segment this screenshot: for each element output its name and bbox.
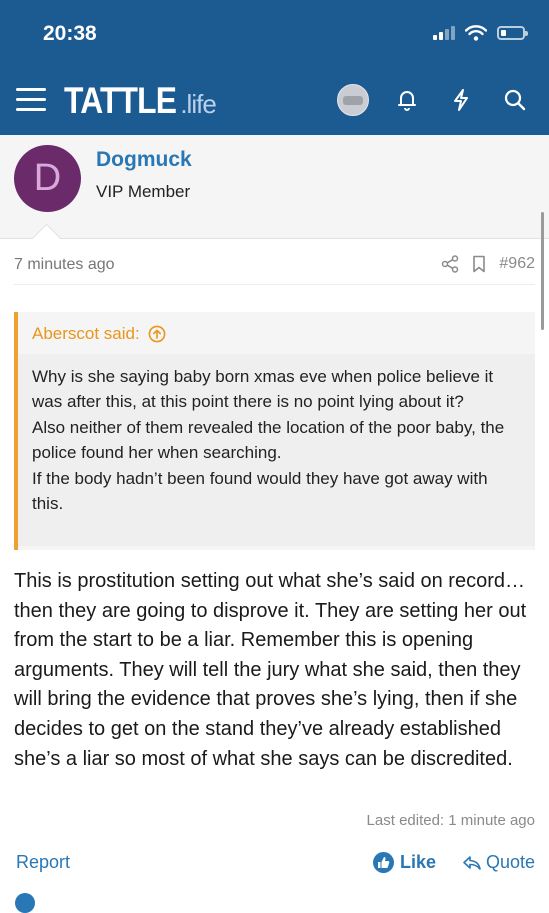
whats-new-button[interactable] — [445, 84, 477, 116]
thumbs-up-icon — [373, 852, 394, 873]
bookmark-icon[interactable] — [471, 255, 487, 273]
author-avatar[interactable]: D — [14, 145, 81, 212]
battery-icon — [497, 26, 528, 40]
arrow-up-circle-icon[interactable] — [148, 325, 166, 343]
menu-button[interactable] — [16, 86, 46, 112]
quote-header[interactable]: Aberscot said: — [32, 324, 166, 344]
site-logo[interactable]: TATTLE .life — [64, 80, 217, 124]
quote-label: Quote — [485, 852, 535, 872]
divider — [14, 284, 535, 285]
author-title: VIP Member — [96, 182, 191, 201]
like-button[interactable]: Like — [373, 852, 436, 873]
last-edited: Last edited: 1 minute ago — [366, 812, 535, 829]
share-icon[interactable] — [441, 255, 459, 273]
post-author-header: D Dogmuck VIP Member — [0, 135, 549, 239]
post-actions: Report Like Quote — [14, 852, 535, 882]
status-time: 20:38 — [43, 22, 97, 45]
post-number[interactable]: #962 — [499, 255, 535, 273]
report-button[interactable]: Report — [16, 852, 70, 873]
quote-author: Aberscot said: — [32, 324, 140, 343]
reply-icon — [463, 855, 481, 870]
like-label: Like — [400, 852, 437, 872]
quote-content: Why is she saying baby born xmas eve whe… — [18, 354, 535, 546]
post-body: This is prostitution setting out what sh… — [14, 570, 527, 770]
logo-main: TATTLE — [64, 80, 177, 121]
author-name[interactable]: Dogmuck — [96, 148, 192, 172]
wifi-icon — [465, 25, 487, 41]
quote-block: Aberscot said: Why is she saying baby bo… — [14, 312, 535, 550]
app-header: 20:38 TATTLE .life — [0, 0, 549, 135]
next-post-avatar — [15, 893, 35, 913]
search-button[interactable] — [499, 84, 531, 116]
quote-text: Why is she saying baby born xmas eve whe… — [32, 367, 505, 514]
bell-icon — [398, 91, 416, 111]
alerts-button[interactable] — [391, 84, 423, 116]
lightning-icon — [454, 89, 468, 111]
post-time[interactable]: 7 minutes ago — [14, 256, 115, 274]
post-meta: 7 minutes ago #962 — [14, 255, 535, 281]
signal-icon — [433, 26, 455, 40]
scrollbar[interactable] — [541, 212, 544, 330]
status-icons — [433, 25, 528, 41]
account-avatar[interactable] — [337, 84, 369, 116]
quote-button[interactable]: Quote — [462, 852, 535, 873]
logo-suffix: .life — [180, 89, 216, 119]
search-icon — [504, 89, 526, 111]
